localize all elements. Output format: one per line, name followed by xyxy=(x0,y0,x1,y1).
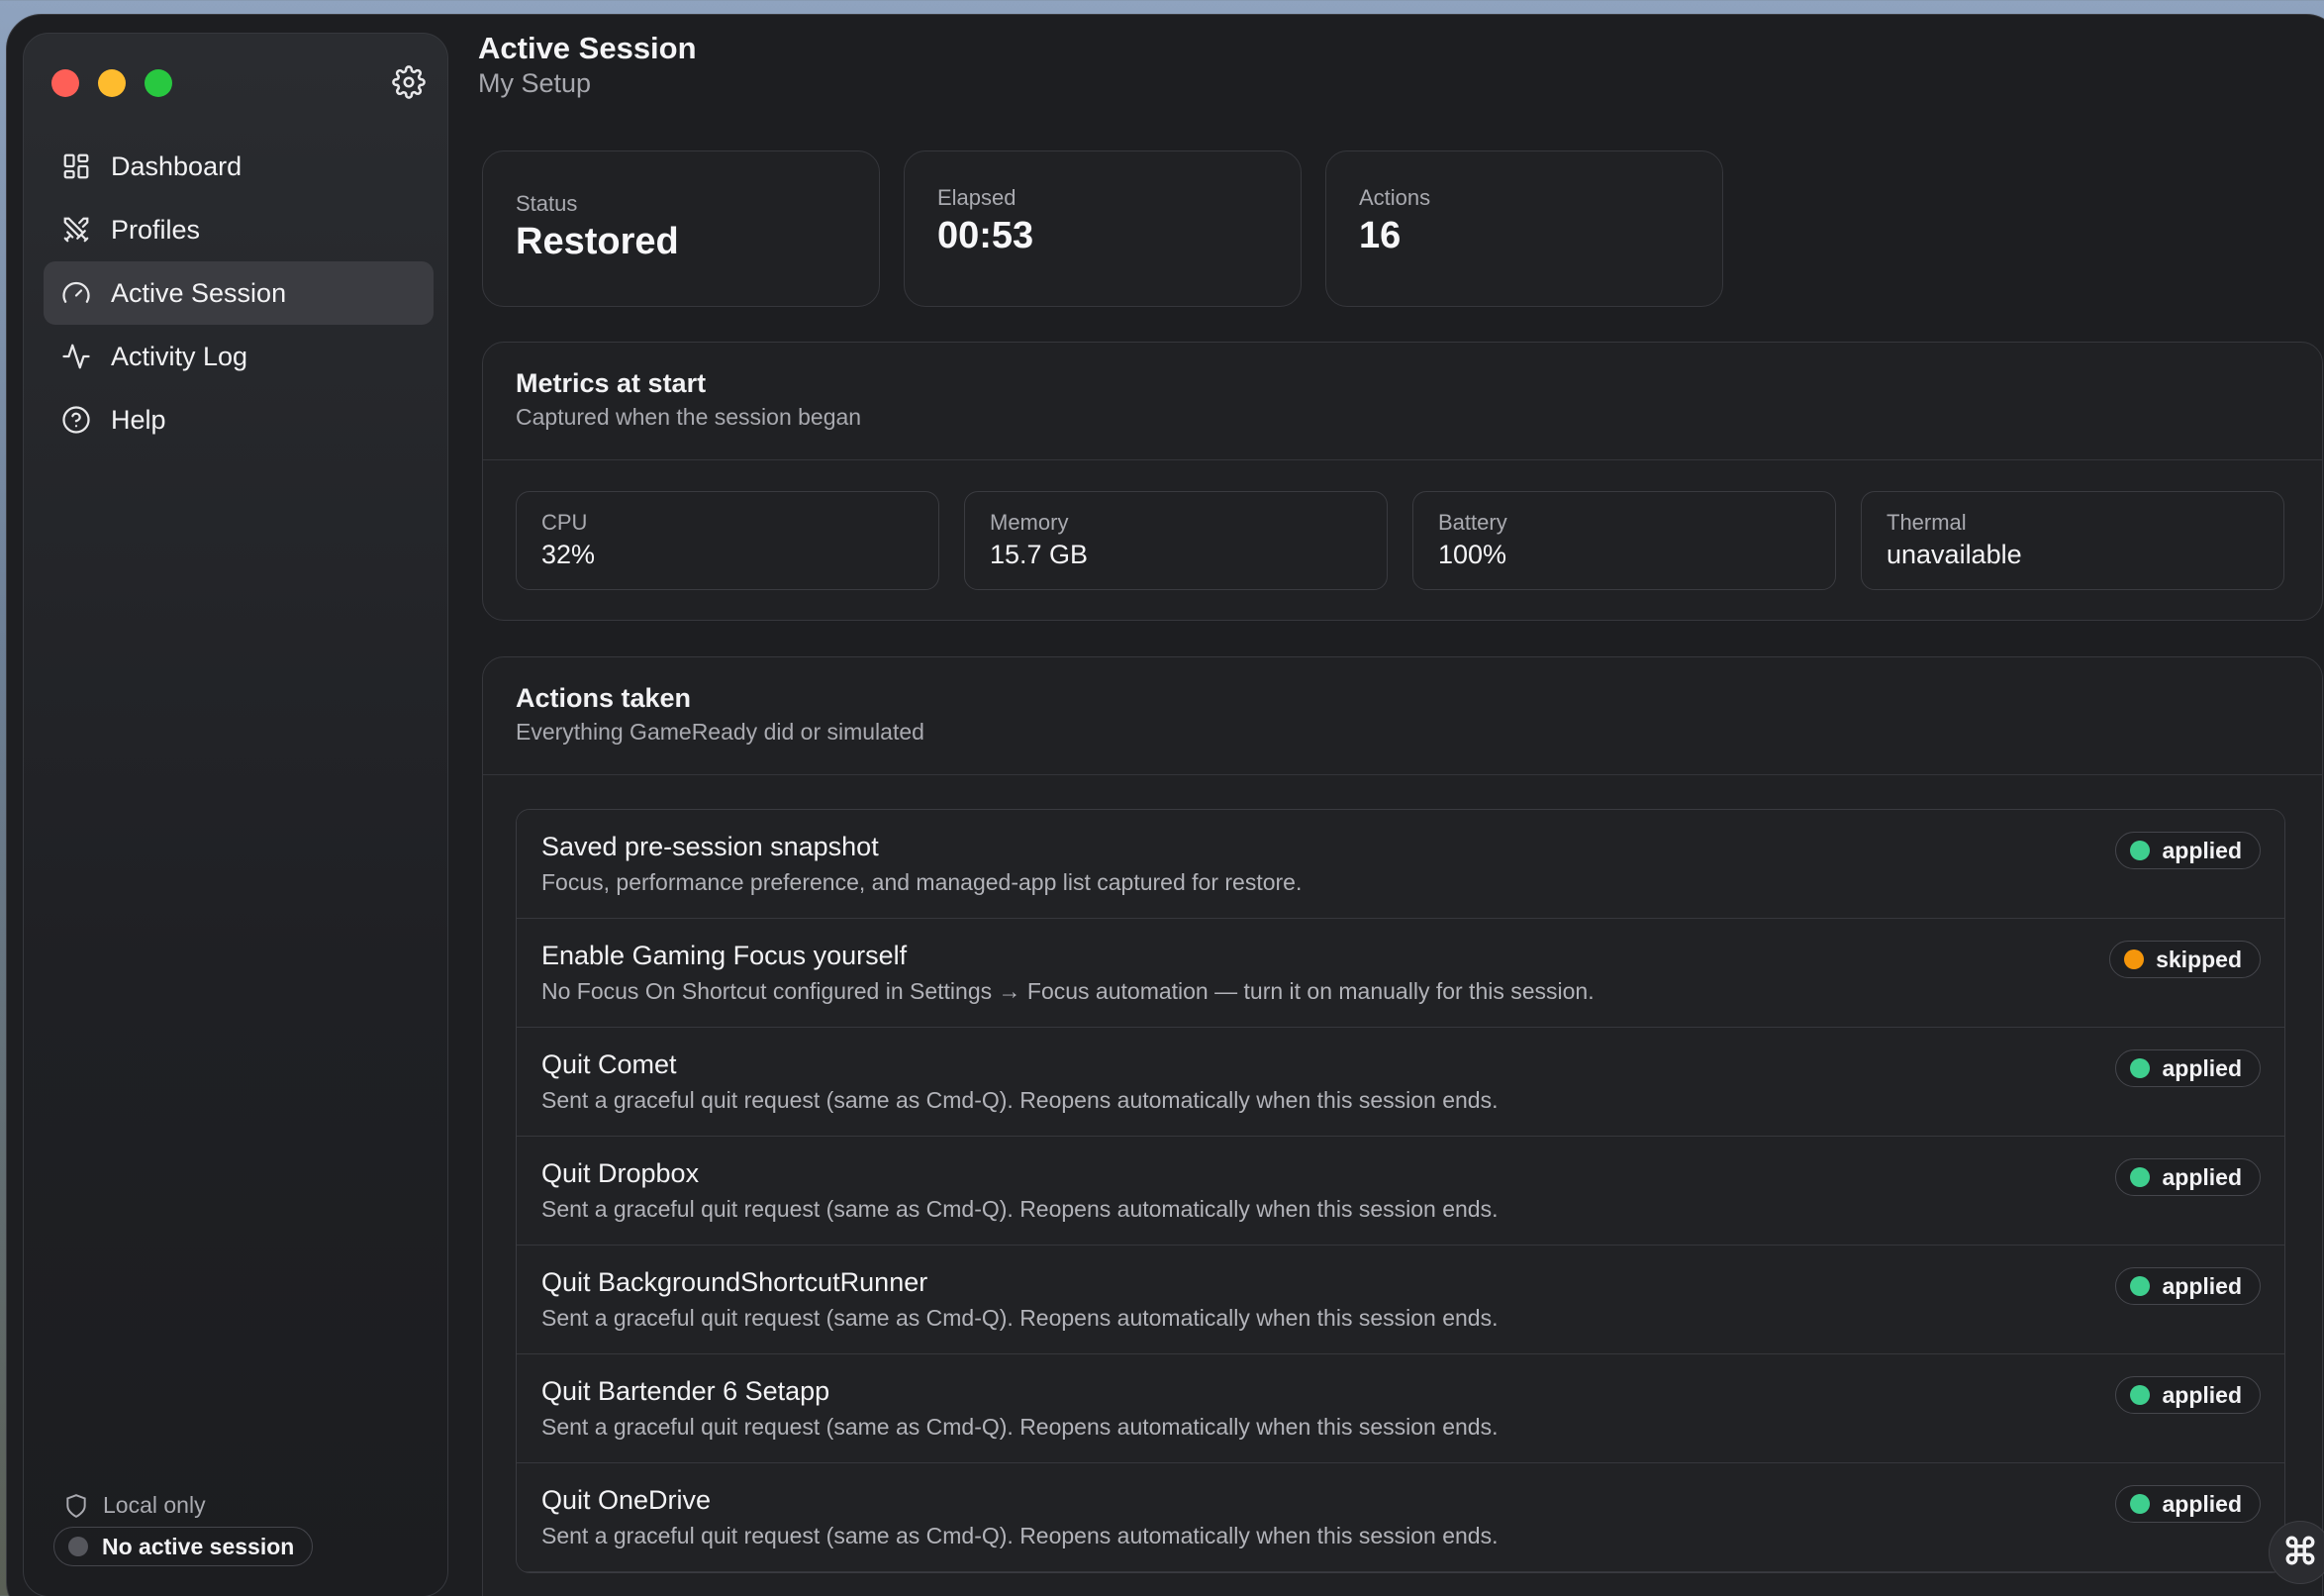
actions-taken-card: Actions taken Everything GameReady did o… xyxy=(482,656,2323,1596)
list-item: Quit Dropbox Sent a graceful quit reques… xyxy=(517,1137,2284,1246)
status-dot xyxy=(2124,949,2145,969)
status-badge: applied xyxy=(2115,832,2261,869)
actions-list: Saved pre-session snapshot Focus, perfor… xyxy=(516,809,2285,1573)
status-badge: applied xyxy=(2115,1485,2261,1523)
list-item: Quit Comet Sent a graceful quit request … xyxy=(517,1028,2284,1137)
status-dot xyxy=(2130,1058,2151,1078)
actions-label: Actions xyxy=(1359,185,1431,210)
status-badge: applied xyxy=(2115,1158,2261,1196)
sidebar-item-dashboard[interactable]: Dashboard xyxy=(44,135,434,198)
actions-count-card: Actions 16 xyxy=(1325,150,1723,307)
metrics-card: Metrics at start Captured when the sessi… xyxy=(482,342,2323,621)
zoom-window-button[interactable] xyxy=(145,69,172,97)
shield-icon xyxy=(63,1493,89,1519)
sidebar-item-label: Profiles xyxy=(111,214,201,245)
actions-value: 16 xyxy=(1359,215,1402,256)
local-only-label: Local only xyxy=(53,1492,313,1519)
status-label: Status xyxy=(516,191,578,216)
status-badge: skipped xyxy=(2109,941,2261,978)
metric-thermal: Thermal unavailable xyxy=(1861,491,2284,590)
command-icon xyxy=(2283,1534,2317,1572)
sidebar-item-label: Help xyxy=(111,404,166,435)
list-item: Enable Gaming Focus yourself No Focus On… xyxy=(517,919,2284,1028)
status-dot xyxy=(2130,1494,2151,1514)
settings-gear-icon[interactable] xyxy=(392,65,426,99)
divider xyxy=(483,774,2322,775)
page-subtitle: My Setup xyxy=(478,68,592,98)
gauge-icon xyxy=(59,276,93,310)
metric-cpu: CPU 32% xyxy=(516,491,939,590)
help-icon xyxy=(59,403,93,437)
dashboard-icon xyxy=(59,150,93,183)
metric-battery: Battery 100% xyxy=(1412,491,1836,590)
metric-memory: Memory 15.7 GB xyxy=(964,491,1388,590)
list-item: Quit OneDrive Sent a graceful quit reque… xyxy=(517,1463,2284,1572)
session-status-dot xyxy=(68,1537,88,1556)
list-item: Saved pre-session snapshot Focus, perfor… xyxy=(517,810,2284,919)
floating-action-button[interactable] xyxy=(2269,1521,2324,1584)
minimize-window-button[interactable] xyxy=(98,69,126,97)
status-badge: applied xyxy=(2115,1267,2261,1305)
elapsed-label: Elapsed xyxy=(937,185,1017,210)
actions-taken-subtitle: Everything GameReady did or simulated xyxy=(516,719,924,745)
session-status-pill: No active session xyxy=(53,1527,314,1566)
sidebar-item-help[interactable]: Help xyxy=(44,388,434,451)
window-controls xyxy=(51,69,172,97)
app-window: Dashboard Profiles Active Session Activi… xyxy=(6,14,2324,1596)
sidebar-nav: Dashboard Profiles Active Session Activi… xyxy=(44,135,434,451)
elapsed-card: Elapsed 00:53 xyxy=(904,150,1302,307)
close-window-button[interactable] xyxy=(51,69,79,97)
sidebar-item-activity-log[interactable]: Activity Log xyxy=(44,325,434,388)
status-badge: applied xyxy=(2115,1049,2261,1087)
status-value: Restored xyxy=(516,221,679,262)
sidebar-item-label: Activity Log xyxy=(111,341,248,371)
sidebar-item-profiles[interactable]: Profiles xyxy=(44,198,434,261)
sidebar-item-label: Dashboard xyxy=(111,150,242,181)
page-title: Active Session xyxy=(478,31,697,65)
list-item: Quit Bartender 6 Setapp Sent a graceful … xyxy=(517,1354,2284,1463)
sidebar-item-active-session[interactable]: Active Session xyxy=(44,261,434,325)
sidebar-footer: Local only No active session xyxy=(53,1492,314,1566)
main-content: Active Session My Setup Status Restored … xyxy=(476,15,2324,1596)
sidebar-item-label: Active Session xyxy=(111,277,287,308)
status-card: Status Restored xyxy=(482,150,880,307)
metrics-title: Metrics at start xyxy=(516,368,707,398)
status-dot xyxy=(2130,841,2151,860)
status-badge: applied xyxy=(2115,1376,2261,1414)
activity-icon xyxy=(59,340,93,373)
profiles-icon xyxy=(59,213,93,247)
metrics-subtitle: Captured when the session began xyxy=(516,404,862,430)
status-dot xyxy=(2130,1385,2151,1405)
sidebar: Dashboard Profiles Active Session Activi… xyxy=(23,33,448,1596)
actions-taken-title: Actions taken xyxy=(516,683,692,713)
elapsed-value: 00:53 xyxy=(937,215,1034,256)
list-item: Quit BackgroundShortcutRunner Sent a gra… xyxy=(517,1246,2284,1354)
status-dot xyxy=(2130,1167,2151,1187)
divider xyxy=(483,459,2322,460)
status-dot xyxy=(2130,1276,2151,1296)
